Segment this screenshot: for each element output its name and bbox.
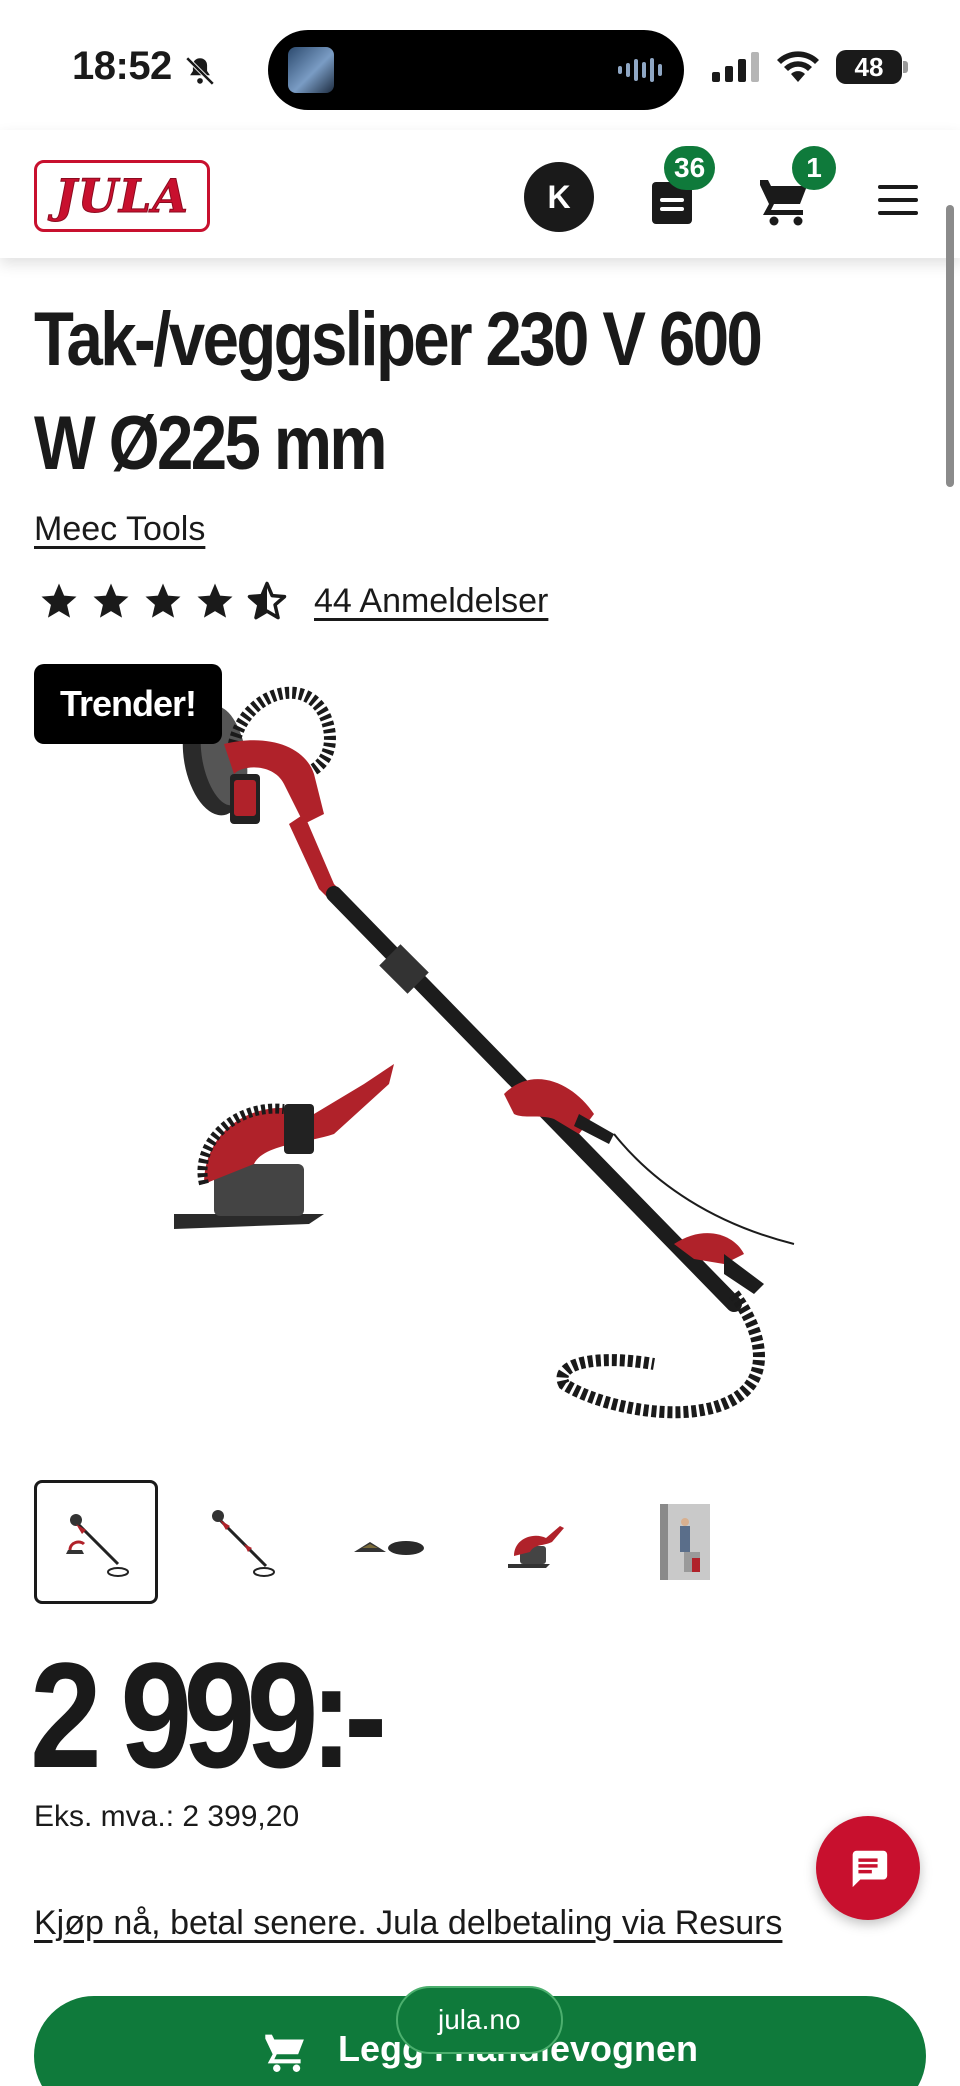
- status-bar: 18:52 48: [0, 0, 960, 130]
- account-avatar[interactable]: K: [524, 162, 594, 232]
- audio-wave-icon: [618, 56, 662, 84]
- hamburger-menu-icon[interactable]: [876, 182, 920, 218]
- chat-bubble-icon: [852, 1850, 888, 1888]
- product-title: Tak-/veggsliper 230 V 600 W Ø225 mm: [34, 297, 763, 486]
- now-playing-artwork: [288, 47, 334, 93]
- brand-link[interactable]: Meec Tools: [34, 510, 205, 549]
- shopping-list-badge: 36: [664, 146, 716, 190]
- thumbnail-5[interactable]: [618, 1480, 742, 1604]
- thumbnail-image: [508, 1526, 564, 1568]
- cart-icon: [265, 2034, 304, 2072]
- chat-button[interactable]: [816, 1816, 920, 1920]
- thumbnail-2[interactable]: [180, 1480, 304, 1604]
- price: 2 999:-: [30, 1631, 387, 1799]
- star-half-icon: [247, 581, 287, 620]
- dynamic-island[interactable]: [268, 30, 684, 110]
- star-full-icon: [197, 583, 233, 618]
- product-image[interactable]: [34, 664, 914, 1424]
- status-time: 18:52: [72, 44, 172, 88]
- browser-url-pill[interactable]: jula.no: [396, 1986, 563, 2054]
- thumbnail-image: [660, 1504, 710, 1580]
- cart-badge: 1: [792, 146, 836, 190]
- thumbnail-image: [66, 1514, 129, 1577]
- site-header: JULA K 36 1: [0, 130, 960, 258]
- star-full-icon: [41, 583, 77, 618]
- jula-logo[interactable]: JULA: [34, 160, 210, 232]
- wifi-icon: [777, 51, 819, 82]
- star-full-icon: [93, 583, 129, 618]
- star-full-icon: [145, 583, 181, 618]
- bell-off-icon: [185, 56, 215, 86]
- thumbnail-4[interactable]: [472, 1480, 596, 1604]
- thumbnail-image: [212, 1510, 275, 1577]
- rating[interactable]: 44 Anmeldelser: [38, 580, 548, 622]
- cellular-signal-icon: [712, 52, 759, 82]
- price-ex-vat: Eks. mva.: 2 399,20: [34, 1800, 300, 1833]
- financing-link[interactable]: Kjøp nå, betal senere. Jula delbetaling …: [34, 1904, 782, 1943]
- battery-indicator: 48: [836, 50, 902, 84]
- reviews-link[interactable]: 44 Anmeldelser: [314, 582, 548, 621]
- thumbnail-3[interactable]: [326, 1480, 450, 1604]
- battery-tip: [903, 61, 908, 73]
- logo-text: JULA: [55, 169, 189, 224]
- thumbnail-strip: [34, 1480, 742, 1604]
- thumbnail-image: [354, 1541, 424, 1555]
- trend-badge: Trender!: [34, 664, 223, 744]
- thumbnail-1[interactable]: [34, 1480, 158, 1604]
- page-scrollbar[interactable]: [946, 205, 954, 487]
